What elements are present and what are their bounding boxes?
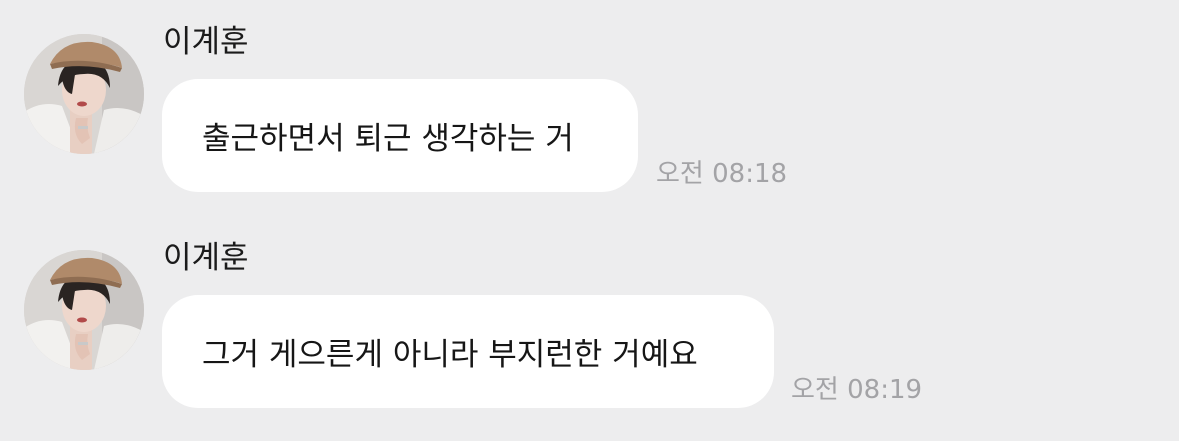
message-timestamp: 오전 08:19 xyxy=(791,375,923,405)
message-text: 출근하면서 퇴근 생각하는 거 xyxy=(202,121,574,157)
sender-name: 이계훈 xyxy=(163,24,249,60)
avatar-image xyxy=(24,34,144,154)
message-row: 이계훈 그거 게으른게 아니라 부지런한 거예요 오전 08:19 xyxy=(0,216,1179,416)
message-bubble[interactable]: 출근하면서 퇴근 생각하는 거 xyxy=(162,79,638,192)
avatar-image xyxy=(24,250,144,370)
message-row: 이계훈 출근하면서 퇴근 생각하는 거 오전 08:18 xyxy=(0,0,1179,200)
avatar[interactable] xyxy=(24,250,144,370)
avatar[interactable] xyxy=(24,34,144,154)
sender-name: 이계훈 xyxy=(163,240,249,276)
message-text: 그거 게으른게 아니라 부지런한 거예요 xyxy=(202,337,698,373)
message-timestamp: 오전 08:18 xyxy=(656,159,788,189)
message-bubble[interactable]: 그거 게으른게 아니라 부지런한 거예요 xyxy=(162,295,774,408)
